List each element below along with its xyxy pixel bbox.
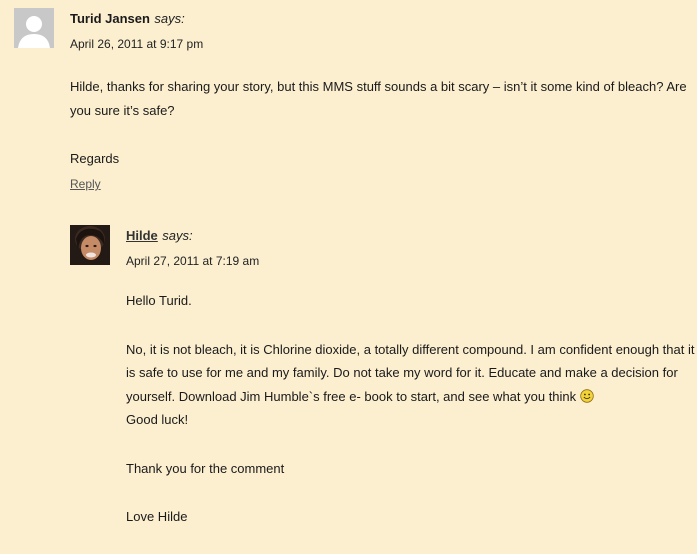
smiley-icon bbox=[580, 388, 594, 403]
comment-date-link[interactable]: April 27, 2011 at 7:19 am bbox=[126, 254, 259, 268]
comment-paragraph: Love Hilde bbox=[126, 509, 188, 524]
comment-paragraph-with-smiley: No, it is not bleach, it is Chlorine dio… bbox=[126, 338, 696, 409]
comment-meta: Hilde says: April 27, 2011 at 7:19 am bbox=[126, 227, 259, 268]
avatar-default bbox=[14, 8, 54, 48]
reply-link[interactable]: Reply bbox=[70, 177, 101, 191]
comment-paragraph: Good luck! bbox=[126, 412, 189, 427]
comment-meta: Turid Jansen says: April 26, 2011 at 9:1… bbox=[70, 10, 203, 51]
avatar-photo bbox=[70, 225, 110, 265]
comment-body: Hello Turid. No, it is not bleach, it is… bbox=[126, 289, 696, 554]
comment-paragraph: Regards bbox=[70, 151, 120, 166]
comment-paragraph: Hilde, thanks for sharing your story, bu… bbox=[70, 79, 687, 118]
comment-paragraph: No, it is not bleach, it is Chlorine dio… bbox=[126, 341, 695, 404]
comment-author: Turid Jansen bbox=[70, 11, 150, 26]
comment-author-link[interactable]: Hilde bbox=[126, 228, 158, 243]
user-photo-icon bbox=[70, 225, 110, 265]
comment-body: Hilde, thanks for sharing your story, bu… bbox=[70, 75, 694, 196]
comment-paragraph: Hello Turid. bbox=[126, 293, 192, 308]
user-silhouette-icon bbox=[14, 8, 54, 48]
says-label: says: bbox=[154, 11, 185, 26]
comment-paragraph: Thank you for the comment bbox=[126, 460, 285, 476]
says-label: says: bbox=[162, 228, 193, 243]
comment-date-link[interactable]: April 26, 2011 at 9:17 pm bbox=[70, 37, 203, 51]
